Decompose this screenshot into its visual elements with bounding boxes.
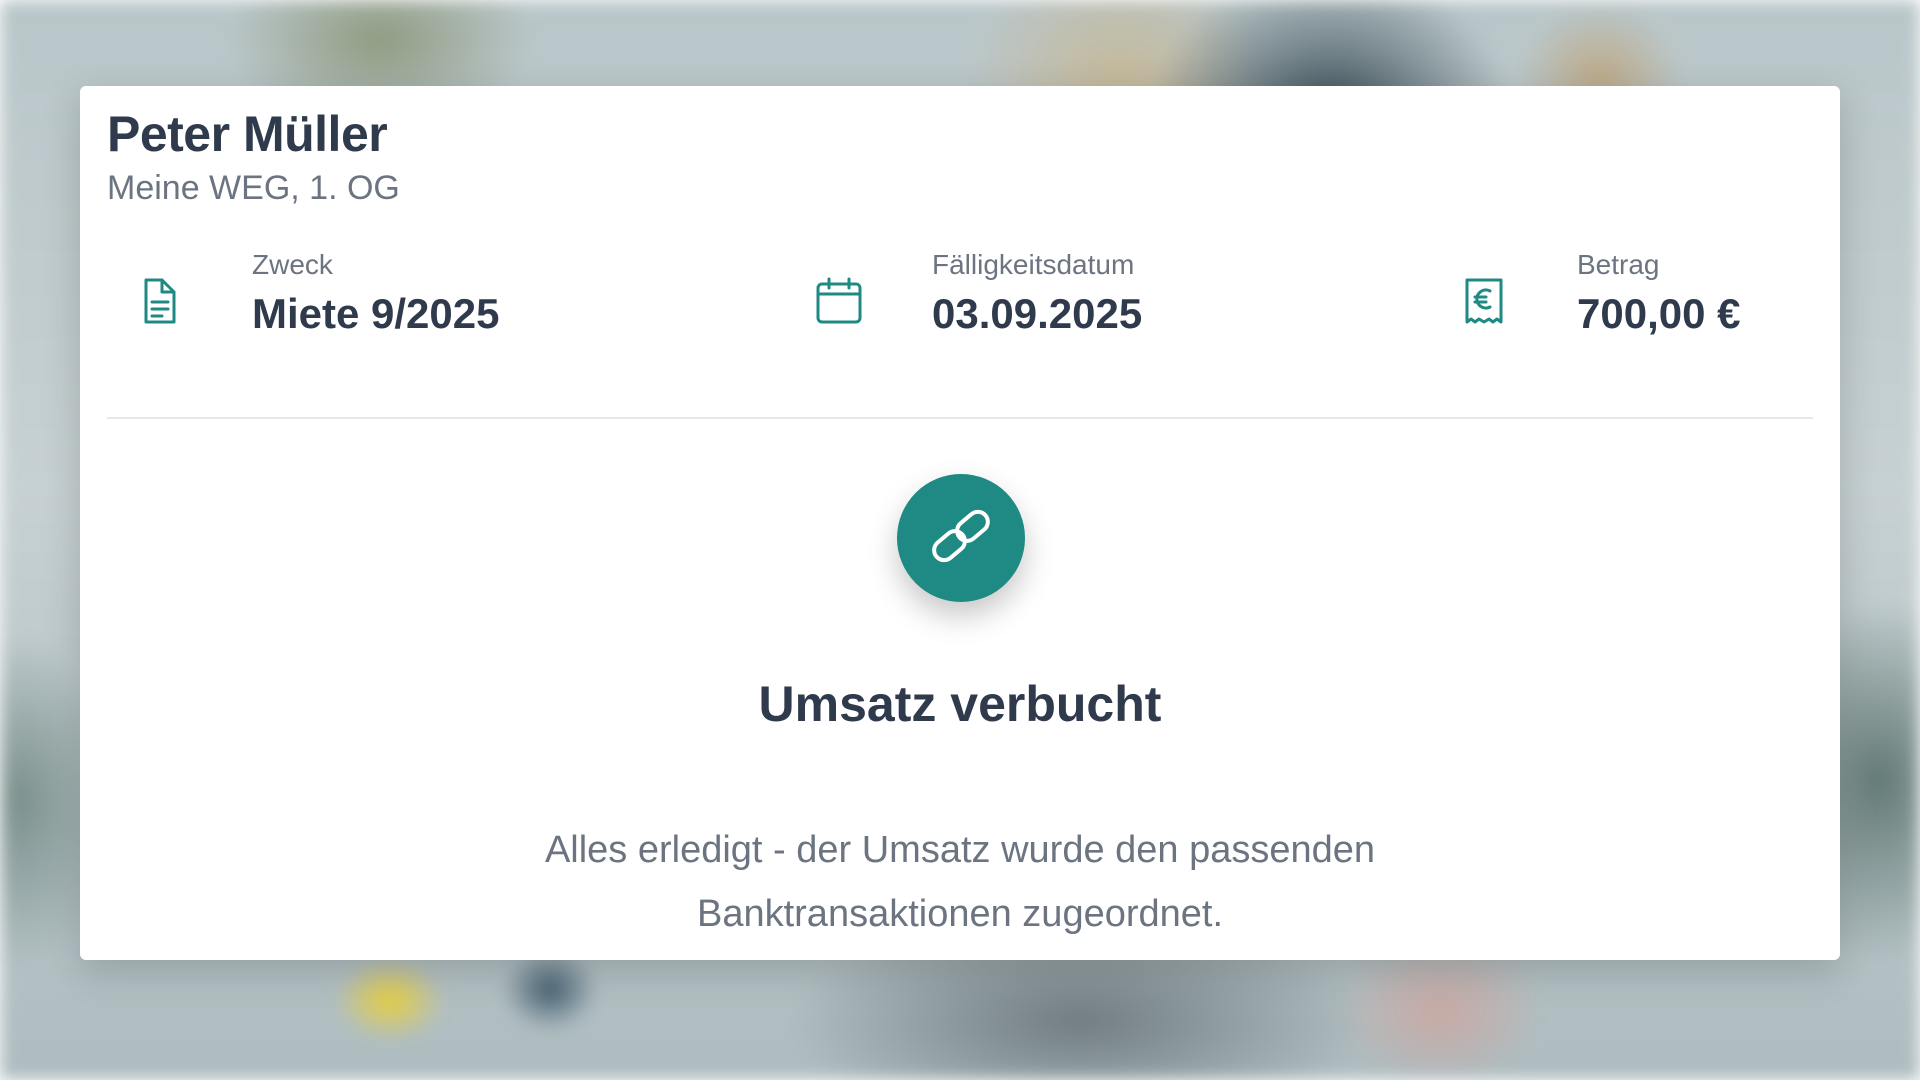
detail-label: Betrag: [1577, 249, 1660, 280]
detail-value: 700,00 €: [1577, 290, 1741, 337]
receipt-euro-icon: [1457, 274, 1511, 328]
document-icon: [132, 274, 186, 328]
status-title: Umsatz verbucht: [758, 676, 1162, 732]
status-badge: [897, 474, 1025, 602]
unit-subtitle: Meine WEG, 1. OG: [107, 169, 400, 207]
status-message: Alles erledigt - der Umsatz wurde den pa…: [544, 829, 1376, 935]
calendar-icon: [812, 274, 866, 328]
detail-value: Miete 9/2025: [252, 290, 500, 337]
detail-label: Zweck: [252, 249, 333, 280]
detail-value: 03.09.2025: [932, 290, 1143, 337]
link-icon: [921, 496, 1001, 581]
details-row: Zweck Miete 9/2025 Fälligkeitsdatum 03.0…: [80, 246, 1840, 356]
card-header: Peter Müller Meine WEG, 1. OG: [107, 104, 400, 210]
transaction-card: Peter Müller Meine WEG, 1. OG Zweck Miet…: [80, 86, 1840, 960]
divider: [107, 417, 1813, 419]
detail-label: Fälligkeitsdatum: [932, 249, 1135, 280]
tenant-name: Peter Müller: [107, 106, 388, 162]
